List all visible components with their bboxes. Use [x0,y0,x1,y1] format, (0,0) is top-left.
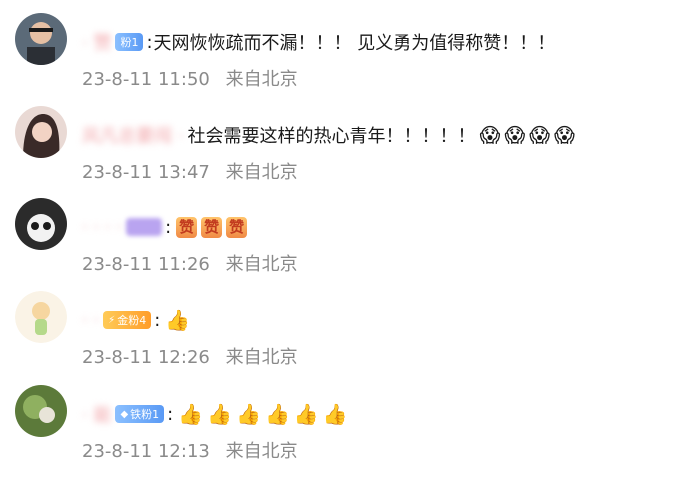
fan-badge-label: 粉1 [120,36,139,49]
comment-meta: 23-8-11 12:26 来自北京 [82,343,298,369]
scream-emoji-icon: 😱 [504,123,526,147]
thumbs-up-emoji-icon: 👍 [236,402,261,426]
comment-line: · 赞 粉1 : 天网恢恢疏而不漏！！！ 见义勇为值得称赞！！！ [82,25,555,59]
comment-text: 天网恢恢疏而不漏！！！ 见义勇为值得称赞！！！ [153,33,556,54]
comment-date: 23-8-11 12:26 [82,347,210,368]
username[interactable]: · 能 [82,401,111,427]
comment-item: · · · · : 赞 赞 赞 23-8-11 11:26 来自北京 [0,198,700,292]
fan-badge [126,218,163,236]
comment-location: 来自北京 [225,69,298,90]
scream-emoji-icon: 😱 [479,123,501,147]
username[interactable]: · · · · [82,217,122,238]
fan-badge-label: 铁粉1 [130,408,160,421]
comment-location: 来自北京 [225,347,298,368]
comment-line: · · ⚡ 金粉4 : 👍 [82,308,191,332]
comment-location: 来自北京 [225,254,298,275]
fan-badge-label: 金粉4 [117,314,147,327]
avatar[interactable] [15,198,67,250]
thumbs-up-emoji-icon: 👍 [178,402,204,426]
avatar[interactable] [15,291,67,343]
comment-line: · 能 ◆ 铁粉1 : 👍 👍 👍 👍 👍 👍 [82,401,348,427]
comment-meta: 23-8-11 12:13 来自北京 [82,437,298,463]
comment-line: · · · · : 赞 赞 赞 [82,210,248,244]
comment-date: 23-8-11 11:50 [82,69,210,90]
gold-fan-badge: ⚡ 金粉4 [103,311,152,329]
comment-date: 23-8-11 12:13 [82,441,210,462]
comment-item: · · ⚡ 金粉4 : 👍 23-8-11 12:26 来自北京 [0,291,700,385]
thumbs-up-emoji-icon: 👍 [322,402,348,426]
lightning-icon: ⚡ [108,314,116,326]
thumbs-up-emoji-icon: 👍 [264,402,290,426]
diamond-icon: ◆ [120,408,129,420]
fan-badge: 粉1 [115,33,144,51]
comment-date: 23-8-11 11:26 [82,254,210,275]
thumbs-up-emoji-icon: 👍 [293,402,319,426]
zan-emoji-icon: 赞 [201,216,223,238]
zan-emoji-icon: 赞 [226,216,248,238]
comment-text: 社会需要这样的热心青年！！！！！ [187,126,476,147]
thumbs-up-emoji-icon: 👍 [207,402,233,426]
avatar[interactable] [15,13,67,65]
comment-meta: 23-8-11 11:50 来自北京 [82,65,298,91]
comment-item: · 赞 粉1 : 天网恢恢疏而不漏！！！ 见义勇为值得称赞！！！ 23-8-11… [0,13,700,107]
comment-location: 来自北京 [225,162,298,183]
username[interactable]: · · [82,310,99,331]
username[interactable]: 风凡总要闯 · [82,122,183,148]
avatar[interactable] [15,106,67,158]
username[interactable]: · 赞 [82,29,111,55]
thumbs-up-emoji-icon: 👍 [165,308,191,332]
iron-fan-badge: ◆ 铁粉1 [115,405,165,423]
comment-date: 23-8-11 13:47 [82,162,210,183]
comment-location: 来自北京 [225,441,298,462]
comment-meta: 23-8-11 11:26 来自北京 [82,250,298,276]
comment-item: 风凡总要闯 · 社会需要这样的热心青年！！！！！ 😱 😱 😱 😱 23-8-11… [0,106,700,200]
avatar[interactable] [15,385,67,437]
zan-emoji-icon: 赞 [176,216,198,238]
comment-item: · 能 ◆ 铁粉1 : 👍 👍 👍 👍 👍 👍 23-8-11 12:13 来自… [0,385,700,479]
comment-meta: 23-8-11 13:47 来自北京 [82,158,298,184]
scream-emoji-icon: 😱 [554,123,575,147]
comment-line: 风凡总要闯 · 社会需要这样的热心青年！！！！！ 😱 😱 😱 😱 [82,118,575,152]
scream-emoji-icon: 😱 [529,123,551,147]
